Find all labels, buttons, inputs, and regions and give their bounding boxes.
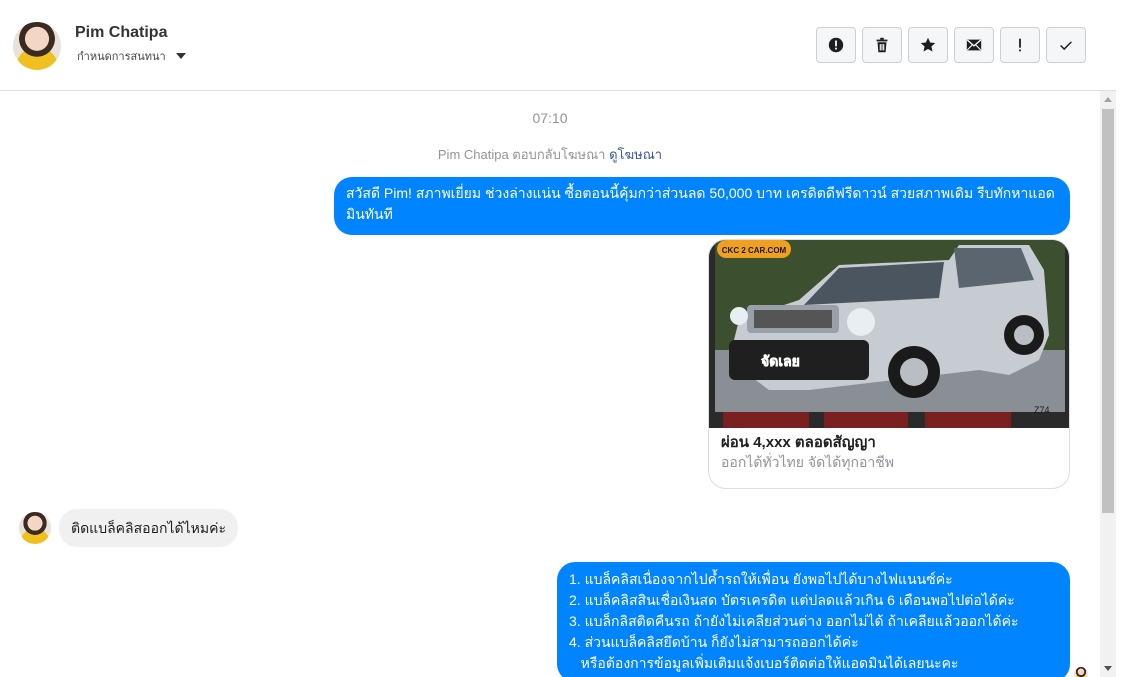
conversation-header: Pim Chatipa กำหนดการสนทนา	[0, 0, 1116, 91]
ad-reply-text: Pim Chatipa ตอบกลับโฆษณา	[437, 147, 606, 162]
contact-name[interactable]: Pim Chatipa	[75, 24, 167, 42]
mark-unread-button[interactable]	[954, 27, 994, 63]
message-line: 4. ส่วนแบล็คลิสยึดบ้าน ก็ยังไม่สามารถออก…	[569, 634, 859, 650]
message-line: 3. แบล็กลิสติดคืนรถ ถ้ายังไม่เคลียส่วนต่…	[569, 613, 1019, 629]
star-icon	[920, 37, 936, 52]
envelope-icon	[966, 39, 982, 51]
conversation-toolbar	[816, 27, 1086, 63]
assign-conversation-dropdown[interactable]: กำหนดการสนทนา	[77, 47, 186, 65]
ad-card[interactable]: CKC 2 CAR.COM จัดเลย Z74 ผ่อน 4,xxx ตลอด…	[708, 239, 1070, 489]
ad-card-title: ผ่อน 4,xxx ตลอดสัญญา	[721, 434, 876, 451]
ad-car-image: CKC 2 CAR.COM จัดเลย Z74	[709, 240, 1069, 428]
scrollbar-thumb[interactable]	[1102, 109, 1114, 513]
scroll-up-arrow-icon[interactable]	[1104, 97, 1112, 102]
ad-logo-text: CKC 2 CAR.COM	[722, 246, 787, 255]
star-button[interactable]	[908, 27, 948, 63]
caret-down-icon	[175, 53, 186, 59]
message-line: หรือต้องการข้อมูลเพิ่มเติมแจ้งเบอร์ติดต่…	[569, 655, 959, 671]
message-line: 1. แบล็คลิสเนื่องจากไปค้ำรถให้เพื่อน ยัง…	[569, 571, 953, 587]
follow-up-button[interactable]	[1000, 27, 1040, 63]
outgoing-message-list[interactable]: 1. แบล็คลิสเนื่องจากไปค้ำรถให้เพื่อน ยัง…	[557, 562, 1070, 677]
alert-circle-icon	[828, 37, 844, 53]
ad-reply-note: Pim Chatipa ตอบกลับโฆษณา ดูโฆษณา	[0, 144, 1100, 165]
message-thread[interactable]: 07:10 Pim Chatipa ตอบกลับโฆษณา ดูโฆษณา ส…	[0, 91, 1100, 677]
mark-spam-button[interactable]	[816, 27, 856, 63]
ad-card-subtitle: ออกได้ทั่วไทย จัดได้ทุกอาชีพ	[721, 454, 895, 470]
ad-badge-text: จัดเลย	[761, 354, 800, 370]
outgoing-message[interactable]: สวัสดี Pim! สภาพเยี่ยม ช่วงล่างแน่น ซื้อ…	[334, 177, 1070, 235]
checkmark-icon	[1060, 41, 1072, 51]
thread-scrollbar[interactable]	[1100, 91, 1116, 677]
message-timestamp: 07:10	[532, 110, 568, 126]
message-line: 2. แบล็คลิสสินเชื่อเงินสด บัตรเครดิต แต่…	[569, 592, 1015, 608]
incoming-message[interactable]: ติดแบล็คลิสออกได้ไหมค่ะ	[59, 509, 238, 547]
assign-label: กำหนดการสนทนา	[77, 51, 166, 63]
exclamation-icon	[1019, 38, 1021, 52]
contact-avatar-small	[19, 512, 51, 544]
trash-icon	[876, 37, 888, 53]
delete-button[interactable]	[862, 27, 902, 63]
read-receipt-avatar	[1074, 667, 1088, 677]
view-ad-link[interactable]: ดูโฆษณา	[609, 147, 662, 162]
scroll-down-arrow-icon[interactable]	[1104, 666, 1112, 671]
ad-code-text: Z74	[1034, 405, 1050, 415]
mark-done-button[interactable]	[1046, 27, 1086, 63]
contact-avatar[interactable]	[13, 22, 61, 70]
